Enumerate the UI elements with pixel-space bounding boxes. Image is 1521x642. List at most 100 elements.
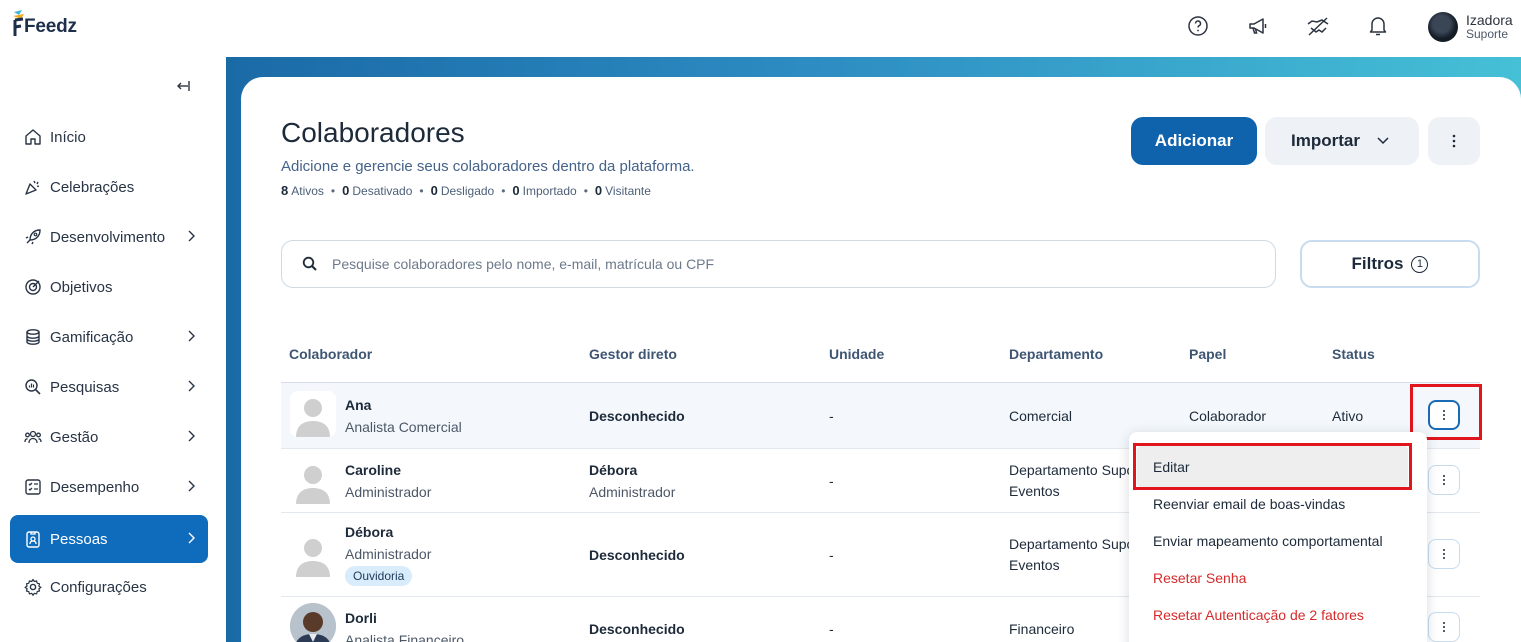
- logo-text: Feedz: [24, 16, 77, 37]
- sidebar-item-label: Desempenho: [50, 478, 140, 496]
- feedz-logo[interactable]: Feedz: [12, 10, 77, 38]
- sidebar-item-inicio[interactable]: Início: [10, 113, 208, 161]
- unit-value: -: [829, 547, 834, 563]
- sidebar-item-pesquisas[interactable]: Pesquisas: [10, 363, 208, 411]
- row-actions-button[interactable]: [1428, 612, 1460, 642]
- sidebar-item-objetivos[interactable]: Objetivos: [10, 263, 208, 311]
- menu-item-behavioral-mapping[interactable]: Enviar mapeamento comportamental: [1153, 533, 1383, 549]
- highlight-box: [1133, 443, 1412, 490]
- sidebar-item-label: Gamificação: [50, 328, 134, 346]
- search-icon: [302, 256, 317, 271]
- filters-button[interactable]: Filtros 1: [1300, 240, 1480, 288]
- department-tag: Ouvidoria: [345, 566, 413, 586]
- user-role: Suporte: [1466, 27, 1509, 42]
- table-row[interactable]: Débora Administrador Ouvidoria: [345, 524, 431, 586]
- sidebar-item-label: Celebrações: [50, 178, 135, 196]
- avatar: [290, 531, 336, 577]
- sidebar-item-gestao[interactable]: Gestão: [10, 413, 208, 461]
- column-header-colaborador[interactable]: Colaborador: [289, 346, 372, 362]
- collapse-sidebar-icon[interactable]: [174, 77, 192, 95]
- sidebar-item-desempenho[interactable]: Desempenho: [10, 463, 208, 511]
- manager-name: Desconhecido: [589, 408, 685, 424]
- employee-name[interactable]: Dorli: [345, 610, 377, 626]
- stat-count: 0: [512, 183, 520, 198]
- search-input[interactable]: [332, 256, 1232, 272]
- department-value-line2: Eventos: [1009, 483, 1060, 499]
- handshake-icon[interactable]: [1306, 14, 1330, 38]
- column-header-departamento[interactable]: Departamento: [1009, 346, 1103, 362]
- department-value: Financeiro: [1009, 621, 1075, 637]
- employee-role: Analista Comercial: [345, 419, 462, 435]
- chevron-right-icon: [188, 330, 195, 342]
- column-header-gestor[interactable]: Gestor direto: [589, 346, 677, 362]
- employee-role: Administrador: [345, 484, 432, 500]
- user-name: Izadora: [1466, 12, 1513, 29]
- manager-cell: Débora Administrador: [589, 462, 675, 500]
- menu-item-reset-2fa[interactable]: Resetar Autenticação de 2 fatores: [1153, 607, 1364, 623]
- chevron-right-icon: [188, 532, 195, 544]
- badge-icon: [23, 529, 43, 549]
- table-row[interactable]: Ana Analista Comercial: [345, 397, 462, 435]
- table-row[interactable]: Dorli Analista Financeiro: [345, 610, 464, 642]
- row-actions-button[interactable]: [1428, 539, 1460, 569]
- department-value-line2: Eventos: [1009, 557, 1060, 573]
- page-title: Colaboradores: [281, 117, 465, 148]
- sidebar-item-label: Desenvolvimento: [50, 228, 166, 246]
- megaphone-icon[interactable]: [1246, 14, 1270, 38]
- column-header-papel[interactable]: Papel: [1189, 346, 1226, 362]
- column-header-status[interactable]: Status: [1332, 346, 1375, 362]
- manager-name: Desconhecido: [589, 621, 685, 637]
- sidebar-item-desenvolvimento[interactable]: Desenvolvimento: [10, 213, 208, 261]
- bell-icon[interactable]: [1366, 14, 1390, 38]
- party-icon: [23, 177, 43, 197]
- rocket-icon: [23, 227, 43, 247]
- stat-count: 0: [594, 183, 603, 198]
- kebab-icon: [1452, 134, 1456, 148]
- stat-count: 8: [281, 183, 289, 198]
- employee-name[interactable]: Caroline: [345, 462, 401, 478]
- chevron-down-icon: [1377, 137, 1389, 145]
- column-header-unidade[interactable]: Unidade: [829, 346, 884, 362]
- employee-name[interactable]: Débora: [345, 524, 393, 540]
- sidebar-item-label: Início: [50, 128, 86, 146]
- kebab-icon: [1443, 475, 1445, 485]
- stat-count: 0: [430, 183, 438, 198]
- menu-item-reset-password[interactable]: Resetar Senha: [1153, 570, 1246, 586]
- stat-count: 0: [342, 183, 350, 198]
- search-bar: [281, 240, 1276, 288]
- sidebar-item-configuracoes[interactable]: Configurações: [10, 563, 208, 611]
- role-value: Colaborador: [1189, 408, 1267, 424]
- employee-name[interactable]: Ana: [345, 397, 371, 413]
- unit-value: -: [829, 408, 834, 424]
- help-icon[interactable]: [1186, 14, 1210, 38]
- avatar: [290, 458, 336, 504]
- sidebar-item-pessoas[interactable]: Pessoas: [10, 515, 208, 563]
- avatar-photo: [290, 603, 336, 642]
- stat-label: Desativado: [352, 184, 413, 198]
- coins-icon: [23, 327, 43, 347]
- unit-value: -: [829, 621, 834, 637]
- department-value: Departamento Suporte: [1009, 536, 1129, 552]
- user-avatar: [1428, 12, 1458, 42]
- sidebar-item-gamificacao[interactable]: Gamificação: [10, 313, 208, 361]
- employee-role: Administrador: [345, 546, 432, 562]
- user-menu[interactable]: Izadora Suporte: [1428, 12, 1513, 42]
- stat-label: Visitante: [605, 184, 651, 198]
- add-button[interactable]: Adicionar: [1131, 117, 1257, 165]
- department-value: Departamento Suporte: [1009, 462, 1129, 478]
- stat-label: Desligado: [440, 184, 495, 198]
- row-actions-button[interactable]: [1428, 465, 1460, 495]
- chevron-right-icon: [188, 480, 195, 492]
- manager-name: Débora: [589, 462, 638, 478]
- checklist-icon: [23, 477, 43, 497]
- import-button[interactable]: Importar: [1265, 117, 1419, 165]
- table-row[interactable]: Caroline Administrador: [345, 462, 431, 500]
- sidebar-item-celebracoes[interactable]: Celebrações: [10, 163, 208, 211]
- target-icon: [23, 277, 43, 297]
- sidebar-item-label: Gestão: [50, 428, 99, 446]
- search-chart-icon: [23, 377, 43, 397]
- manager-name: Desconhecido: [589, 547, 685, 563]
- page-subtitle: Adicione e gerencie seus colaboradores d…: [281, 158, 695, 175]
- menu-item-resend-welcome[interactable]: Reenviar email de boas-vindas: [1153, 496, 1345, 512]
- more-options-button[interactable]: [1428, 117, 1480, 165]
